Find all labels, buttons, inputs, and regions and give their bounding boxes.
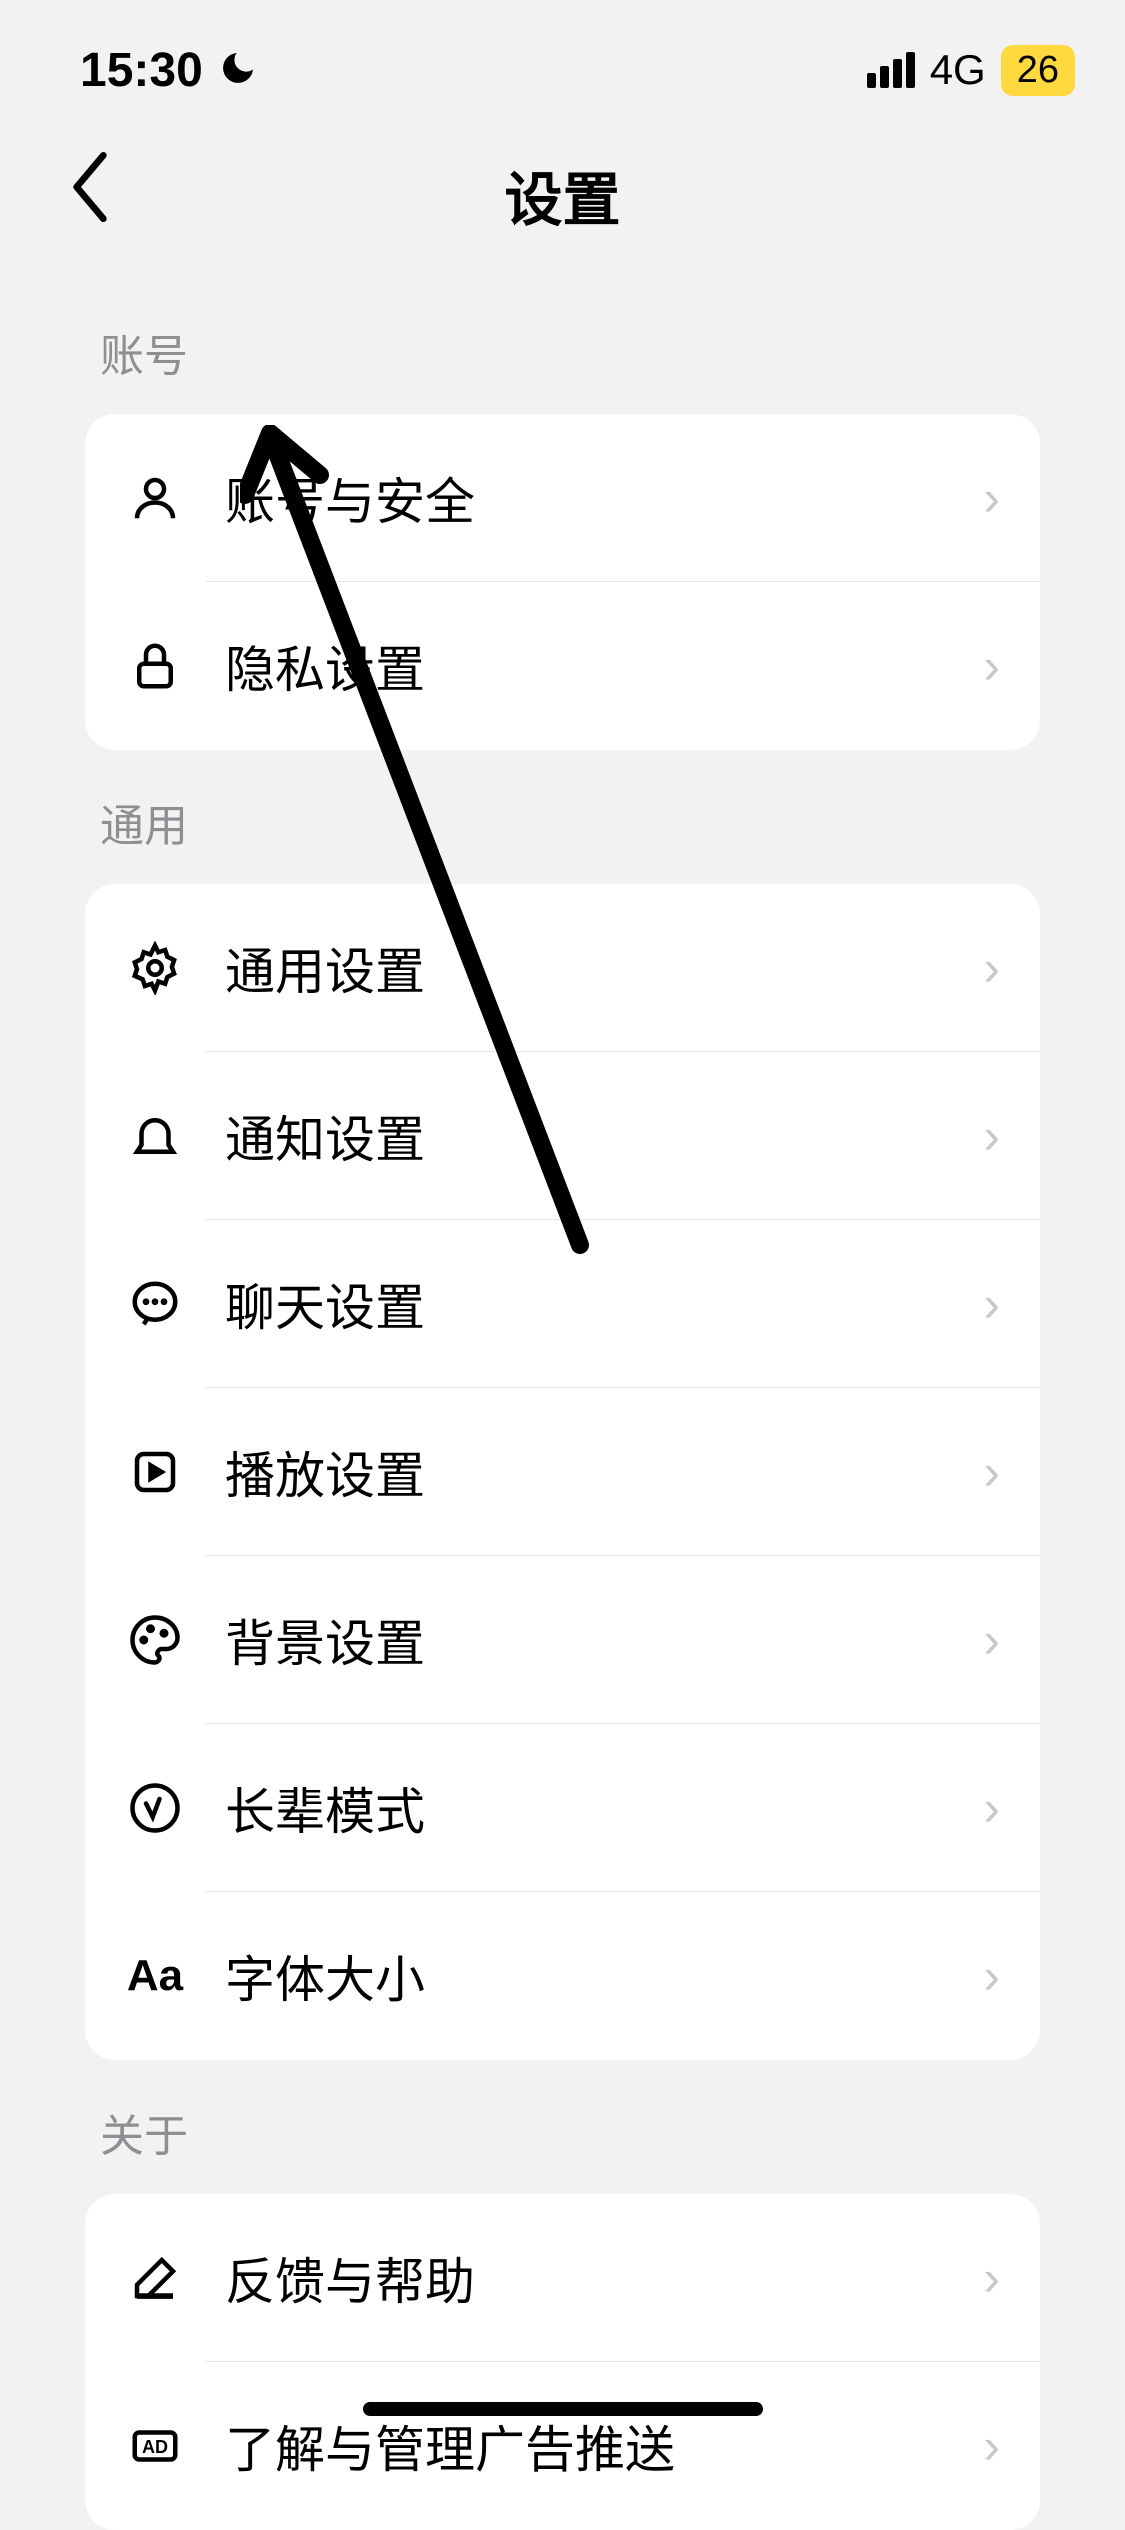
chevron-right-icon: › [983, 1947, 1000, 2005]
play-icon [125, 1442, 185, 1502]
item-label: 字体大小 [225, 1940, 983, 2012]
status-left: 15:30 [80, 43, 258, 98]
chevron-right-icon: › [983, 1275, 1000, 1333]
item-notifications[interactable]: 通知设置 › [85, 1052, 1040, 1220]
nav-header: 设置 [0, 130, 1125, 260]
item-general-settings[interactable]: 通用设置 › [85, 884, 1040, 1052]
chevron-right-icon: › [983, 1443, 1000, 1501]
chat-icon [125, 1274, 185, 1334]
font-icon: Aa [125, 1951, 185, 2001]
svg-text:AD: AD [142, 2437, 168, 2457]
item-privacy[interactable]: 隐私设置 › [85, 582, 1040, 750]
item-background[interactable]: 背景设置 › [85, 1556, 1040, 1724]
chevron-right-icon: › [983, 1107, 1000, 1165]
status-time: 15:30 [80, 43, 203, 98]
chevron-right-icon: › [983, 2249, 1000, 2307]
back-button[interactable] [70, 152, 110, 238]
home-indicator[interactable] [363, 2402, 763, 2416]
item-label: 背景设置 [225, 1604, 983, 1676]
chevron-right-icon: › [983, 2417, 1000, 2475]
item-label: 播放设置 [225, 1436, 983, 1508]
section-header-account: 账号 [85, 280, 1040, 414]
item-label: 聊天设置 [225, 1268, 983, 1340]
item-label: 了解与管理广告推送 [225, 2410, 983, 2482]
group-account: 账号与安全 › 隐私设置 › [85, 414, 1040, 750]
item-label: 通用设置 [225, 932, 983, 1004]
item-label: 反馈与帮助 [225, 2242, 983, 2314]
user-icon [125, 468, 185, 528]
moon-icon [218, 48, 258, 93]
battery-icon: 26 [1001, 45, 1075, 96]
chevron-right-icon: › [983, 637, 1000, 695]
item-chat[interactable]: 聊天设置 › [85, 1220, 1040, 1388]
status-bar: 15:30 4G 26 [0, 0, 1125, 130]
group-about: 反馈与帮助 › AD 了解与管理广告推送 › [85, 2194, 1040, 2530]
accessibility-icon [125, 1778, 185, 1838]
chevron-right-icon: › [983, 469, 1000, 527]
chevron-right-icon: › [983, 1779, 1000, 1837]
item-playback[interactable]: 播放设置 › [85, 1388, 1040, 1556]
network-type: 4G [930, 46, 986, 94]
status-right: 4G 26 [867, 45, 1075, 96]
gear-icon [125, 938, 185, 998]
bell-icon [125, 1106, 185, 1166]
ad-icon: AD [125, 2416, 185, 2476]
item-label: 长辈模式 [225, 1772, 983, 1844]
lock-icon [125, 636, 185, 696]
item-ads[interactable]: AD 了解与管理广告推送 › [85, 2362, 1040, 2530]
palette-icon [125, 1610, 185, 1670]
item-label: 通知设置 [225, 1100, 983, 1172]
signal-icon [867, 52, 915, 88]
group-general: 通用设置 › 通知设置 › 聊天设置 › 播放设置 › [85, 884, 1040, 2060]
section-header-about: 关于 [85, 2060, 1040, 2194]
item-font-size[interactable]: Aa 字体大小 › [85, 1892, 1040, 2060]
chevron-right-icon: › [983, 939, 1000, 997]
item-feedback[interactable]: 反馈与帮助 › [85, 2194, 1040, 2362]
item-label: 账号与安全 [225, 462, 983, 534]
chevron-right-icon: › [983, 1611, 1000, 1669]
page-title: 设置 [50, 153, 1075, 237]
pencil-icon [125, 2248, 185, 2308]
item-label: 隐私设置 [225, 630, 983, 702]
item-account-security[interactable]: 账号与安全 › [85, 414, 1040, 582]
content: 账号 账号与安全 › 隐私设置 › 通用 通用设置 › [0, 260, 1125, 2530]
item-elder-mode[interactable]: 长辈模式 › [85, 1724, 1040, 1892]
section-header-general: 通用 [85, 750, 1040, 884]
battery-level: 26 [1017, 49, 1059, 92]
